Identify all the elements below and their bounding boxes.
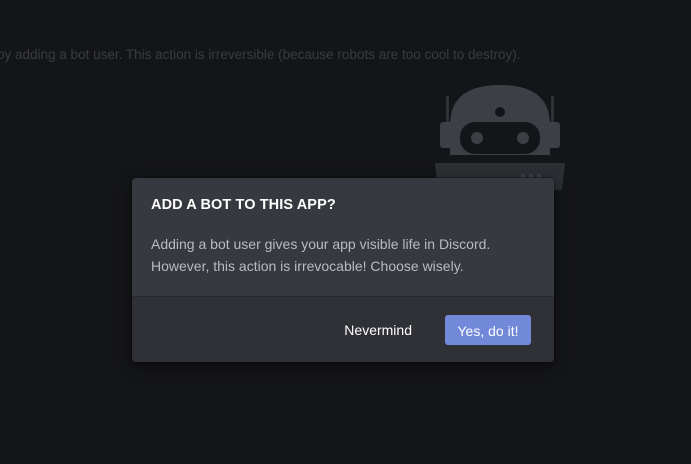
confirm-add-bot-button[interactable]: Yes, do it!: [445, 315, 531, 345]
modal-title: ADD A BOT TO THIS APP?: [151, 197, 336, 213]
modal-footer: Nevermind Yes, do it!: [132, 296, 554, 362]
modal-body-line-2: However, this action is irrevocable! Cho…: [151, 258, 464, 274]
modal-body-line-1: Adding a bot user gives your app visible…: [151, 236, 491, 252]
page: by adding a bot user. This action is irr…: [0, 0, 691, 464]
modal-body: Adding a bot user gives your app visible…: [151, 233, 541, 277]
nevermind-button[interactable]: Nevermind: [332, 315, 424, 345]
add-bot-modal: ADD A BOT TO THIS APP? Adding a bot user…: [132, 178, 554, 362]
